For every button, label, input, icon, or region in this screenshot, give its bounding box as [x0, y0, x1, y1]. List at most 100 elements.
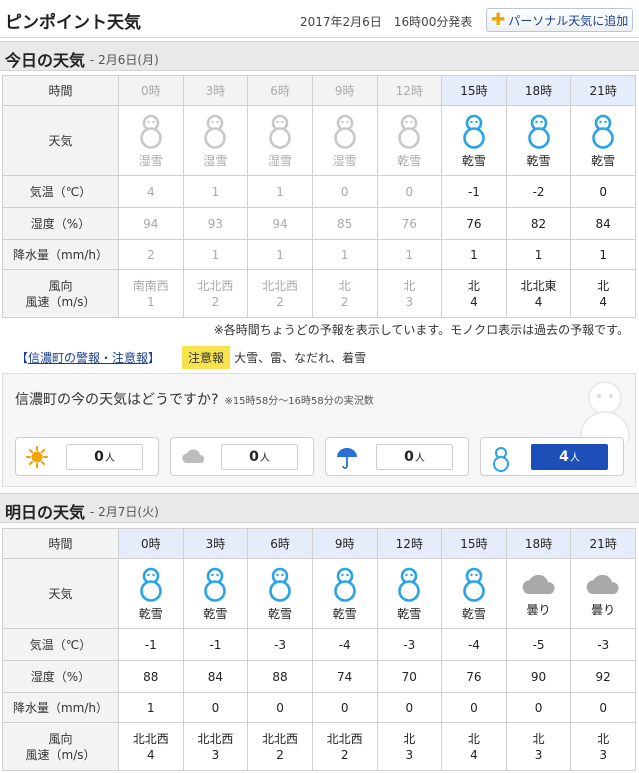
row-label: 降水量（mm/h）: [2, 239, 119, 270]
vote-snow-button[interactable]: 4人: [480, 437, 624, 476]
snowman-icon: [527, 114, 550, 149]
wind-cell: 北北東 4: [505, 269, 572, 318]
vote-sunny-button[interactable]: 0人: [15, 437, 159, 476]
current-weather-poll: 信濃町の今の天気はどうですか? ※15時58分～16時58分の実況数 0人 0人 …: [2, 373, 636, 487]
humidity-cell: 88: [247, 660, 313, 693]
humidity-cell: 76: [376, 207, 443, 240]
wind-dir: 北: [338, 278, 351, 293]
weather-label: 湿雪: [138, 153, 163, 168]
count-unit: 人: [569, 453, 580, 464]
wind-dir: 北: [467, 278, 480, 293]
wind-speed: 2: [276, 747, 284, 762]
weather-cell: 乾雪: [118, 558, 184, 629]
precip-cell: 2: [118, 239, 184, 270]
cloud-icon: [182, 449, 205, 463]
wind-cell: 南南西 1: [118, 269, 184, 318]
plus-icon: ✚: [491, 9, 506, 30]
humidity-cell: 76: [441, 207, 507, 240]
hour-cell: 9時: [311, 75, 378, 106]
vote-cloudy-button[interactable]: 0人: [170, 437, 314, 476]
count-value: 0: [94, 449, 104, 465]
snowman-icon: [463, 567, 485, 602]
wind-speed: 4: [599, 294, 607, 309]
humidity-cell: 90: [505, 660, 572, 693]
hour-cell: 0時: [118, 75, 184, 106]
hour-cell: 6時: [247, 75, 313, 106]
weather-cell: 乾雪: [441, 558, 507, 629]
count-unit: 人: [104, 453, 115, 464]
issued-time: 2017年2月6日 16時00分発表: [300, 15, 473, 29]
row-label: 風向 風速（m/s）: [2, 722, 119, 771]
wind-cell: 北3: [505, 722, 572, 771]
wind-dir: 北北西: [262, 731, 299, 746]
snowman-icon: [493, 447, 509, 472]
humidity-row: 湿度（%） 88 84 88 74 70 76 90 92: [2, 660, 636, 693]
temp-cell: -2: [505, 175, 572, 208]
humidity-cell: 92: [570, 660, 636, 693]
temp-row: 気温（℃） -1 -1 -3 -4 -3 -4 -5 -3: [2, 628, 636, 661]
weather-label: 乾雪: [138, 606, 163, 621]
humidity-cell: 85: [311, 207, 378, 240]
wind-cell: 北北西 2: [247, 269, 313, 318]
weather-cell: 乾雪: [376, 105, 443, 176]
wind-dir: 北: [403, 278, 416, 293]
warning-link[interactable]: 信濃町の警報・注意報: [28, 349, 148, 366]
wind-speed: 3: [405, 294, 414, 309]
snowman-icon: [333, 567, 356, 602]
humidity-cell: 84: [570, 207, 636, 240]
weather-label: 乾雪: [591, 153, 616, 168]
weather-label: 湿雪: [332, 153, 357, 168]
weather-cell: 乾雪: [441, 105, 507, 176]
snowman-icon: [269, 114, 291, 149]
wind-dir: 北北西: [197, 731, 234, 746]
cloud-icon: [586, 574, 619, 594]
weather-label: 乾雪: [203, 606, 228, 621]
snowman-icon: [333, 114, 356, 149]
precip-cell: 1: [441, 239, 507, 270]
wind-dir: 北: [403, 731, 416, 746]
add-personal-weather-button[interactable]: ✚ パーソナル天気に追加: [486, 8, 633, 32]
wind-speed-label: 風速（m/s）: [25, 747, 96, 762]
weather-cell: 乾雪: [505, 105, 572, 176]
precip-cell: 0: [441, 692, 507, 723]
hour-cell: 3時: [182, 528, 249, 559]
vote-rain-button[interactable]: 0人: [325, 437, 469, 476]
count-unit: 人: [414, 453, 425, 464]
snowman-icon: [140, 567, 162, 602]
vote-sunny-count: 0人: [66, 444, 143, 470]
weather-cell: 乾雪: [376, 558, 443, 629]
weather-label: 乾雪: [332, 606, 357, 621]
weather-label: 乾雪: [397, 606, 422, 621]
humidity-cell: 84: [182, 660, 249, 693]
add-personal-weather-label: パーソナル天気に追加: [508, 13, 629, 28]
row-label: 湿度（%）: [2, 207, 119, 240]
temp-cell: -3: [376, 628, 443, 661]
tomorrow-section-header: 明日の天気 - 2月7日(火): [0, 493, 639, 523]
sun-icon: [26, 446, 48, 468]
weather-label: 乾雪: [268, 606, 293, 621]
wind-cell: 北3: [570, 722, 636, 771]
precip-cell: 1: [570, 239, 636, 270]
wind-dir-label: 風向: [48, 731, 73, 746]
precip-cell: 0: [376, 692, 443, 723]
wind-cell: 北3: [376, 269, 443, 318]
count-value: 0: [404, 449, 414, 465]
wind-speed: 4: [146, 747, 155, 762]
weather-cell: 湿雪: [182, 105, 249, 176]
precip-cell: 1: [505, 239, 572, 270]
vote-rain-count: 0人: [376, 444, 453, 470]
bracket-close: 】: [148, 351, 161, 365]
snowman-icon: [204, 114, 227, 149]
today-section-header: 今日の天気 - 2月6日(月): [0, 41, 639, 71]
temp-cell: 0: [570, 175, 636, 208]
wind-speed-label: 風速（m/s）: [25, 294, 96, 309]
wind-dir: 北北西: [132, 731, 169, 746]
precip-cell: 1: [376, 239, 443, 270]
temp-cell: 0: [376, 175, 443, 208]
weather-label: 乾雪: [397, 153, 422, 168]
weather-label: 湿雪: [203, 153, 228, 168]
wind-speed: 4: [534, 294, 543, 309]
precip-row: 降水量（mm/h） 2 1 1 1 1 1 1 1: [2, 239, 636, 270]
row-label: 時間: [2, 75, 119, 106]
today-forecast-table: 時間 0時 3時 6時 9時 12時 15時 18時 21時 天気 湿雪 湿雪 湿雪 湿雪 乾雪 乾雪 乾雪 乾雪…: [2, 75, 636, 318]
